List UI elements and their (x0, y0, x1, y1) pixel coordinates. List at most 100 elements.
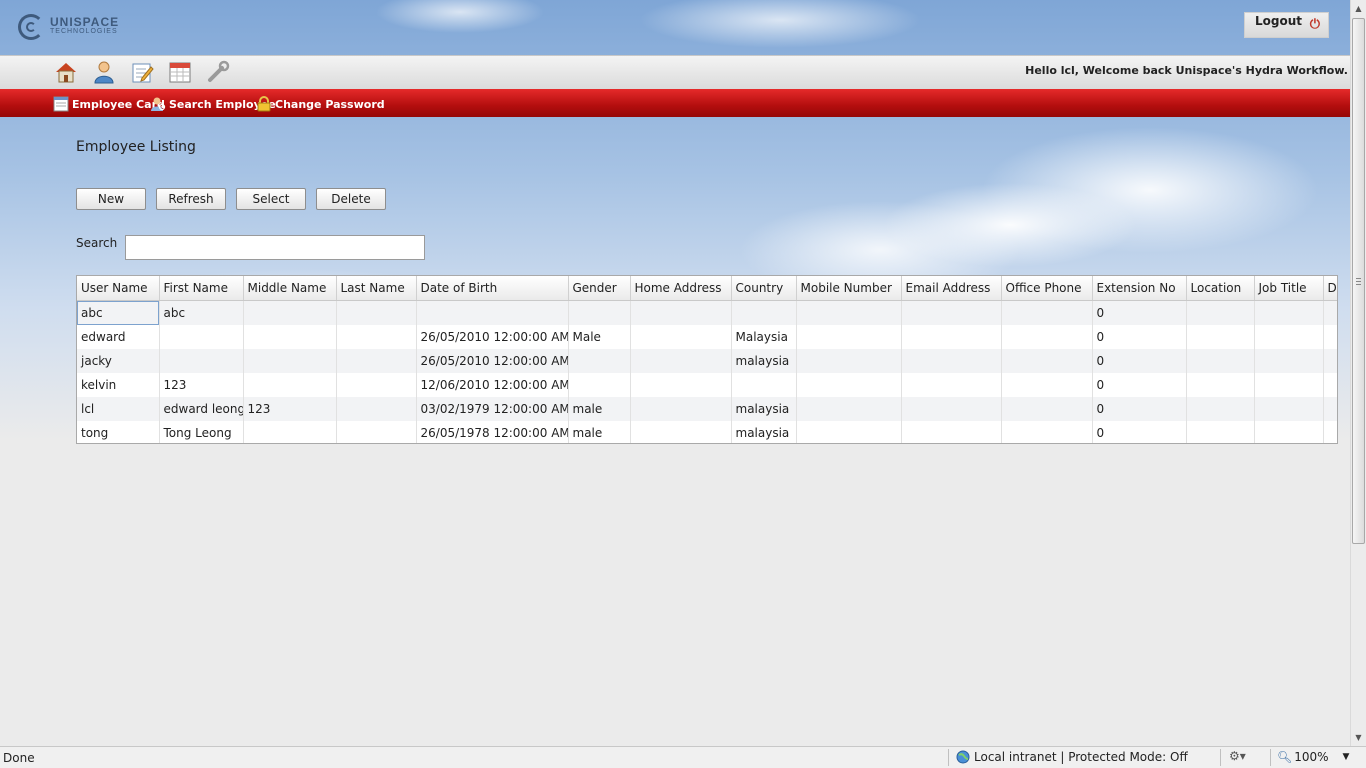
table-cell[interactable] (1323, 349, 1337, 373)
table-cell[interactable] (1186, 300, 1255, 325)
table-cell[interactable] (1323, 421, 1337, 443)
column-header[interactable]: Job Title (1254, 276, 1324, 301)
table-cell[interactable] (731, 300, 797, 325)
column-header[interactable]: Country (731, 276, 797, 301)
table-cell[interactable] (159, 349, 244, 373)
column-header[interactable]: Mobile Number (796, 276, 902, 301)
table-cell[interactable]: tong (77, 421, 160, 443)
table-cell[interactable]: jacky (77, 349, 160, 373)
table-cell[interactable] (243, 349, 337, 373)
security-zone[interactable]: Local intranet | Protected Mode: Off (956, 750, 1188, 764)
edit-icon[interactable] (130, 60, 154, 84)
table-cell[interactable]: 0 (1092, 325, 1187, 349)
table-cell[interactable]: malaysia (731, 349, 797, 373)
select-button[interactable]: Select (236, 188, 306, 210)
logout-button[interactable]: Logout ⏻ (1244, 12, 1329, 38)
table-row[interactable]: tong Tong Leong 26/05/1978 12:00:00 AM male… (77, 421, 1337, 443)
table-cell[interactable]: 123 (159, 373, 244, 397)
column-header[interactable]: Last Name (336, 276, 417, 301)
table-cell[interactable] (1254, 397, 1324, 421)
table-cell[interactable] (336, 373, 417, 397)
table-cell[interactable] (336, 397, 417, 421)
column-header[interactable]: Home Address (630, 276, 732, 301)
table-cell[interactable] (1254, 421, 1324, 443)
table-cell[interactable] (1001, 397, 1093, 421)
table-cell[interactable] (1186, 349, 1255, 373)
vertical-scrollbar[interactable]: ▲ ▼ (1350, 0, 1366, 746)
column-header[interactable]: Office Phone (1001, 276, 1093, 301)
table-cell[interactable] (336, 300, 417, 325)
table-cell[interactable]: lcl (77, 397, 160, 421)
table-cell[interactable]: 0 (1092, 397, 1187, 421)
scroll-up-icon[interactable]: ▲ (1353, 3, 1364, 14)
table-cell[interactable] (796, 373, 902, 397)
table-cell[interactable] (796, 349, 902, 373)
table-cell[interactable]: Malaysia (731, 325, 797, 349)
column-header[interactable]: Extension No (1092, 276, 1187, 301)
table-cell[interactable] (1001, 325, 1093, 349)
menu-change-password[interactable]: Change Password (256, 95, 385, 113)
table-cell[interactable]: 123 (243, 397, 337, 421)
column-header[interactable]: Location (1186, 276, 1255, 301)
table-cell[interactable] (1001, 421, 1093, 443)
table-cell[interactable] (243, 373, 337, 397)
table-cell[interactable]: 0 (1092, 300, 1187, 325)
table-row[interactable]: kelvin 123 12/06/2010 12:00:00 AM 0 (77, 373, 1337, 397)
table-cell[interactable] (630, 421, 732, 443)
zoom-dropdown-icon[interactable]: ▼ (1343, 752, 1350, 762)
table-cell[interactable]: male (568, 397, 631, 421)
table-cell[interactable]: malaysia (731, 397, 797, 421)
table-cell[interactable] (416, 300, 569, 325)
table-cell[interactable] (336, 421, 417, 443)
table-cell[interactable]: malaysia (731, 421, 797, 443)
table-cell[interactable] (796, 421, 902, 443)
user-icon[interactable] (92, 60, 116, 84)
table-cell[interactable]: 03/02/1979 12:00:00 AM (416, 397, 569, 421)
table-cell[interactable] (901, 325, 1002, 349)
new-button[interactable]: New (76, 188, 146, 210)
column-header[interactable]: Email Address (901, 276, 1002, 301)
table-cell[interactable]: male (568, 421, 631, 443)
table-cell[interactable]: 26/05/2010 12:00:00 AM (416, 349, 569, 373)
table-cell[interactable]: 26/05/1978 12:00:00 AM (416, 421, 569, 443)
table-row[interactable]: jacky 26/05/2010 12:00:00 AM malaysia 0 (77, 349, 1337, 373)
table-cell[interactable] (796, 325, 902, 349)
refresh-button[interactable]: Refresh (156, 188, 226, 210)
home-icon[interactable] (54, 60, 78, 84)
table-cell[interactable] (1254, 349, 1324, 373)
table-cell[interactable] (1186, 397, 1255, 421)
protected-mode-icon[interactable]: ⚙▾ (1229, 749, 1246, 763)
table-cell[interactable]: kelvin (77, 373, 160, 397)
table-cell[interactable]: 0 (1092, 349, 1187, 373)
table-cell[interactable] (630, 349, 732, 373)
table-cell[interactable] (1186, 373, 1255, 397)
table-cell[interactable]: abc (159, 300, 244, 325)
table-cell[interactable] (630, 325, 732, 349)
table-row[interactable]: edward 26/05/2010 12:00:00 AM Male Malaysia… (77, 325, 1337, 349)
table-cell[interactable]: 0 (1092, 421, 1187, 443)
table-row[interactable]: lcl edward leong 123 03/02/1979 12:00:00 AM… (77, 397, 1337, 421)
table-cell[interactable]: abc (77, 300, 160, 325)
menu-employee-card[interactable]: Employee Card (53, 95, 165, 113)
table-cell[interactable]: 12/06/2010 12:00:00 AM (416, 373, 569, 397)
column-header[interactable]: User Name (77, 276, 160, 301)
table-cell[interactable] (1323, 325, 1337, 349)
table-cell[interactable] (1254, 325, 1324, 349)
table-row[interactable]: abc abc 0 (77, 300, 1337, 325)
table-cell[interactable] (1001, 373, 1093, 397)
table-cell[interactable] (1254, 300, 1324, 325)
column-header[interactable]: Gender (568, 276, 631, 301)
table-cell[interactable] (1323, 300, 1337, 325)
table-cell[interactable] (796, 397, 902, 421)
table-cell[interactable] (243, 421, 337, 443)
search-input[interactable] (125, 235, 425, 260)
table-cell[interactable] (1323, 373, 1337, 397)
table-cell[interactable] (1254, 373, 1324, 397)
table-cell[interactable] (1001, 349, 1093, 373)
table-cell[interactable]: Male (568, 325, 631, 349)
table-cell[interactable]: 0 (1092, 373, 1187, 397)
table-cell[interactable] (568, 373, 631, 397)
table-cell[interactable] (568, 349, 631, 373)
table-cell[interactable]: edward leong (159, 397, 244, 421)
table-cell[interactable] (336, 325, 417, 349)
